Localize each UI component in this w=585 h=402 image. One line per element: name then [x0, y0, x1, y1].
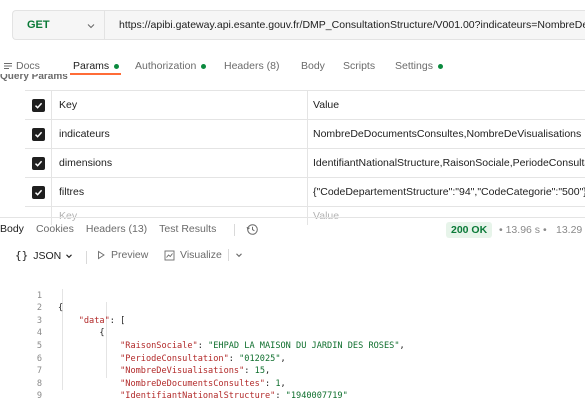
authorization-indicator-dot [201, 63, 207, 69]
tab-authorization-label: Authorization [135, 60, 197, 72]
tab-params-label: Params [73, 60, 110, 72]
preview-label: Preview [111, 249, 149, 261]
tab-scripts-label: Scripts [343, 60, 376, 72]
response-tab-test-results[interactable]: Test Results [159, 223, 216, 235]
code-line: 5 "PeriodeConsultation": "012025", [0, 327, 585, 364]
param-key[interactable]: indicateurs [52, 120, 308, 148]
code-line: 3 { [0, 302, 585, 339]
param-value[interactable]: {"CodeDepartementStructure":"94","CodeCa… [308, 178, 585, 206]
play-icon [98, 250, 105, 260]
param-checkbox[interactable] [25, 178, 52, 206]
param-checkbox[interactable] [25, 149, 52, 177]
response-toolbar: {} JSON Preview Visualize [0, 246, 585, 268]
chevron-down-icon [66, 253, 73, 258]
visualize-button[interactable]: Visualize [164, 249, 244, 261]
code-line: 7 "NombreDeDocumentsConsultes": 1, [0, 353, 585, 389]
format-label: JSON [33, 249, 62, 262]
response-tab-headers[interactable]: Headers (13) [86, 223, 147, 235]
tab-body-label: Body [301, 60, 325, 72]
format-select[interactable]: {} JSON [15, 249, 74, 262]
chevron-down-icon [87, 24, 95, 29]
check-icon [34, 189, 42, 196]
response-size: 13.29 [556, 224, 583, 236]
params-table-header: Key Value [25, 91, 585, 120]
status-badge: 200 OK [446, 222, 493, 238]
query-params-title: Query Params [0, 74, 68, 82]
divider [234, 224, 235, 236]
json-value: "1940007719" [285, 391, 348, 402]
response-body-editor[interactable]: 1 { 2 "data": [ 3 { 4 "RaisonSociale": "… [0, 277, 585, 402]
response-bar: Body Cookies Headers (13) Test Results 2… [0, 217, 585, 241]
url-input[interactable]: https://apibi.gateway.api.esante.gouv.fr… [104, 10, 585, 40]
chart-icon [164, 250, 175, 260]
tab-headers-label: Headers (8) [224, 60, 280, 72]
param-value[interactable]: NombreDeDocumentsConsultes,NombreDeVisua… [308, 120, 585, 148]
params-indicator-dot [114, 63, 120, 69]
column-header-value: Value [313, 99, 340, 111]
tab-headers[interactable]: Headers (8) [224, 58, 279, 74]
column-header-key: Key [52, 91, 308, 119]
preview-button[interactable]: Preview [96, 249, 148, 261]
tab-docs-label: Docs [16, 60, 40, 72]
tab-docs[interactable]: Docs [3, 58, 40, 74]
divider [227, 249, 229, 261]
param-key[interactable]: filtres [52, 178, 308, 206]
divider [86, 251, 87, 264]
response-tabs: Body Cookies Headers (13) Test Results [0, 223, 228, 235]
code-line: 1 { [0, 277, 585, 314]
chevron-down-icon[interactable] [234, 250, 244, 260]
param-checkbox[interactable] [25, 120, 52, 148]
param-key[interactable]: dimensions [52, 149, 308, 177]
line-number: 9 [36, 391, 42, 402]
check-icon [34, 131, 42, 138]
method-label: GET [27, 19, 50, 31]
code-line: 2 "data": [ [0, 290, 585, 326]
check-icon [34, 160, 42, 167]
param-value[interactable]: IdentifiantNationalStructure,RaisonSocia… [308, 149, 585, 177]
tab-authorization[interactable]: Authorization [135, 58, 207, 74]
param-row: dimensions IdentifiantNationalStructure,… [25, 149, 585, 178]
param-row: filtres {"CodeDepartementStructure":"94"… [25, 178, 585, 207]
param-row: indicateurs NombreDeDocumentsConsultes,N… [25, 120, 585, 149]
history-icon[interactable] [246, 223, 259, 236]
method-select[interactable]: GET [12, 10, 104, 40]
json-braces-icon: {} [15, 249, 29, 262]
select-all-checkbox[interactable] [25, 91, 52, 119]
tab-settings-label: Settings [395, 60, 433, 72]
code-line: 8 "IdentifiantNationalStructure": "19400… [0, 365, 585, 402]
response-tab-body[interactable]: Body [0, 223, 24, 235]
tab-params[interactable]: Params [73, 58, 120, 74]
code-line: 9 }, [0, 378, 585, 401]
visualize-label: Visualize [180, 249, 222, 261]
json-key: "IdentifiantNationalStructure" [120, 391, 276, 402]
tab-body[interactable]: Body [301, 58, 325, 74]
request-url-bar: GET https://apibi.gateway.api.esante.gou… [0, 10, 585, 40]
code-line: 4 "RaisonSociale": "EHPAD LA MAISON DU J… [0, 315, 585, 351]
code-line: 6 "NombreDeVisualisations": 15, [0, 340, 585, 377]
settings-indicator-dot [437, 63, 443, 69]
tab-settings[interactable]: Settings [395, 58, 443, 74]
params-table: Key Value indicateurs NombreDeDocumentsC… [25, 90, 585, 225]
active-tab-indicator [70, 73, 121, 75]
check-icon [34, 102, 42, 109]
docs-icon [4, 63, 12, 69]
tab-scripts[interactable]: Scripts [343, 58, 375, 74]
response-time: • 13.96 s • [499, 224, 547, 236]
response-tab-cookies[interactable]: Cookies [36, 223, 74, 235]
